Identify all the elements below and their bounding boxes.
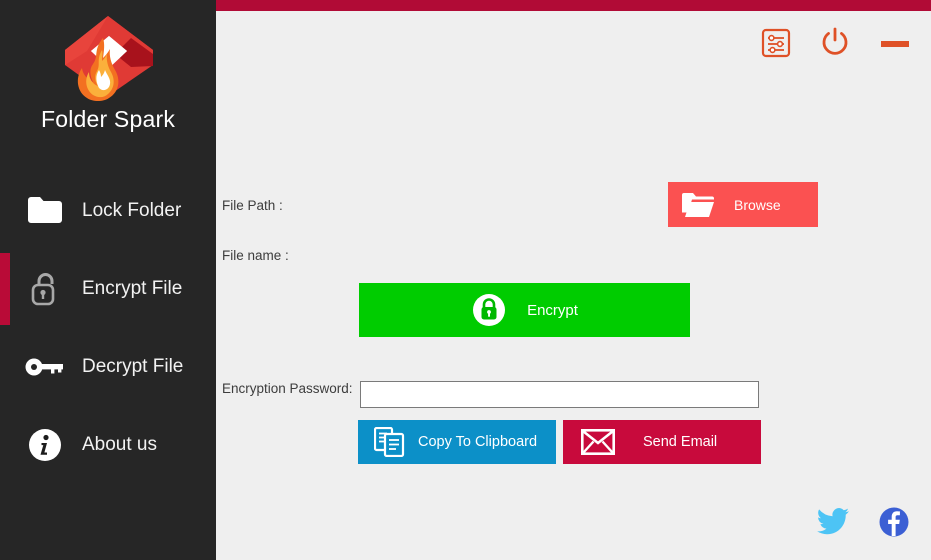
- encryption-password-input[interactable]: [360, 381, 759, 408]
- main-panel: File Path : File name : Browse Encrypt E…: [216, 0, 931, 560]
- envelope-icon: [581, 429, 615, 455]
- sidebar-item-label: About us: [82, 434, 157, 455]
- encrypt-button[interactable]: Encrypt: [359, 283, 690, 337]
- encrypt-button-label: Encrypt: [527, 301, 578, 319]
- sidebar: Folder Spark Lock Folder Encrypt File De…: [0, 0, 216, 560]
- browse-button-label: Browse: [734, 196, 781, 213]
- file-name-label: File name :: [222, 248, 289, 263]
- sidebar-item-label: Encrypt File: [82, 278, 183, 299]
- app-window: Folder Spark Lock Folder Encrypt File De…: [0, 0, 931, 560]
- active-indicator: [0, 253, 10, 325]
- send-email-button[interactable]: Send Email: [563, 420, 761, 464]
- social-links: [817, 507, 909, 542]
- copy-to-clipboard-button[interactable]: Copy To Clipboard: [358, 420, 556, 464]
- twitter-icon: [817, 508, 849, 541]
- facebook-button[interactable]: [879, 507, 909, 542]
- lock-circle-icon: [471, 292, 507, 328]
- info-icon: [22, 427, 68, 463]
- active-indicator: [0, 175, 10, 247]
- brand-block: Folder Spark: [0, 0, 216, 160]
- folder-open-icon: [682, 192, 714, 218]
- brand-name: Folder Spark: [40, 106, 176, 132]
- encrypt-form: File Path : File name : Browse Encrypt E…: [216, 0, 931, 560]
- folder-icon: [22, 196, 68, 226]
- facebook-icon: [879, 507, 909, 542]
- browse-button[interactable]: Browse: [668, 182, 818, 227]
- sidebar-item-label: Lock Folder: [82, 200, 182, 221]
- copy-to-clipboard-label: Copy To Clipboard: [418, 434, 538, 450]
- send-email-label: Send Email: [643, 434, 718, 450]
- active-indicator: [0, 331, 10, 403]
- sidebar-nav: Lock Folder Encrypt File Decrypt File Ab…: [0, 172, 216, 484]
- sidebar-item-about-us[interactable]: About us: [0, 406, 216, 484]
- sidebar-item-encrypt-file[interactable]: Encrypt File: [0, 250, 216, 328]
- key-icon: [22, 357, 68, 377]
- sidebar-item-decrypt-file[interactable]: Decrypt File: [0, 328, 216, 406]
- encryption-password-label: Encryption Password:: [222, 381, 353, 396]
- app-logo-icon: [53, 10, 163, 102]
- active-indicator: [0, 409, 10, 481]
- twitter-button[interactable]: [817, 508, 849, 541]
- file-path-label: File Path :: [222, 198, 283, 213]
- copy-icon: [374, 427, 406, 457]
- sidebar-item-lock-folder[interactable]: Lock Folder: [0, 172, 216, 250]
- lock-icon: [22, 271, 68, 307]
- sidebar-item-label: Decrypt File: [82, 356, 184, 377]
